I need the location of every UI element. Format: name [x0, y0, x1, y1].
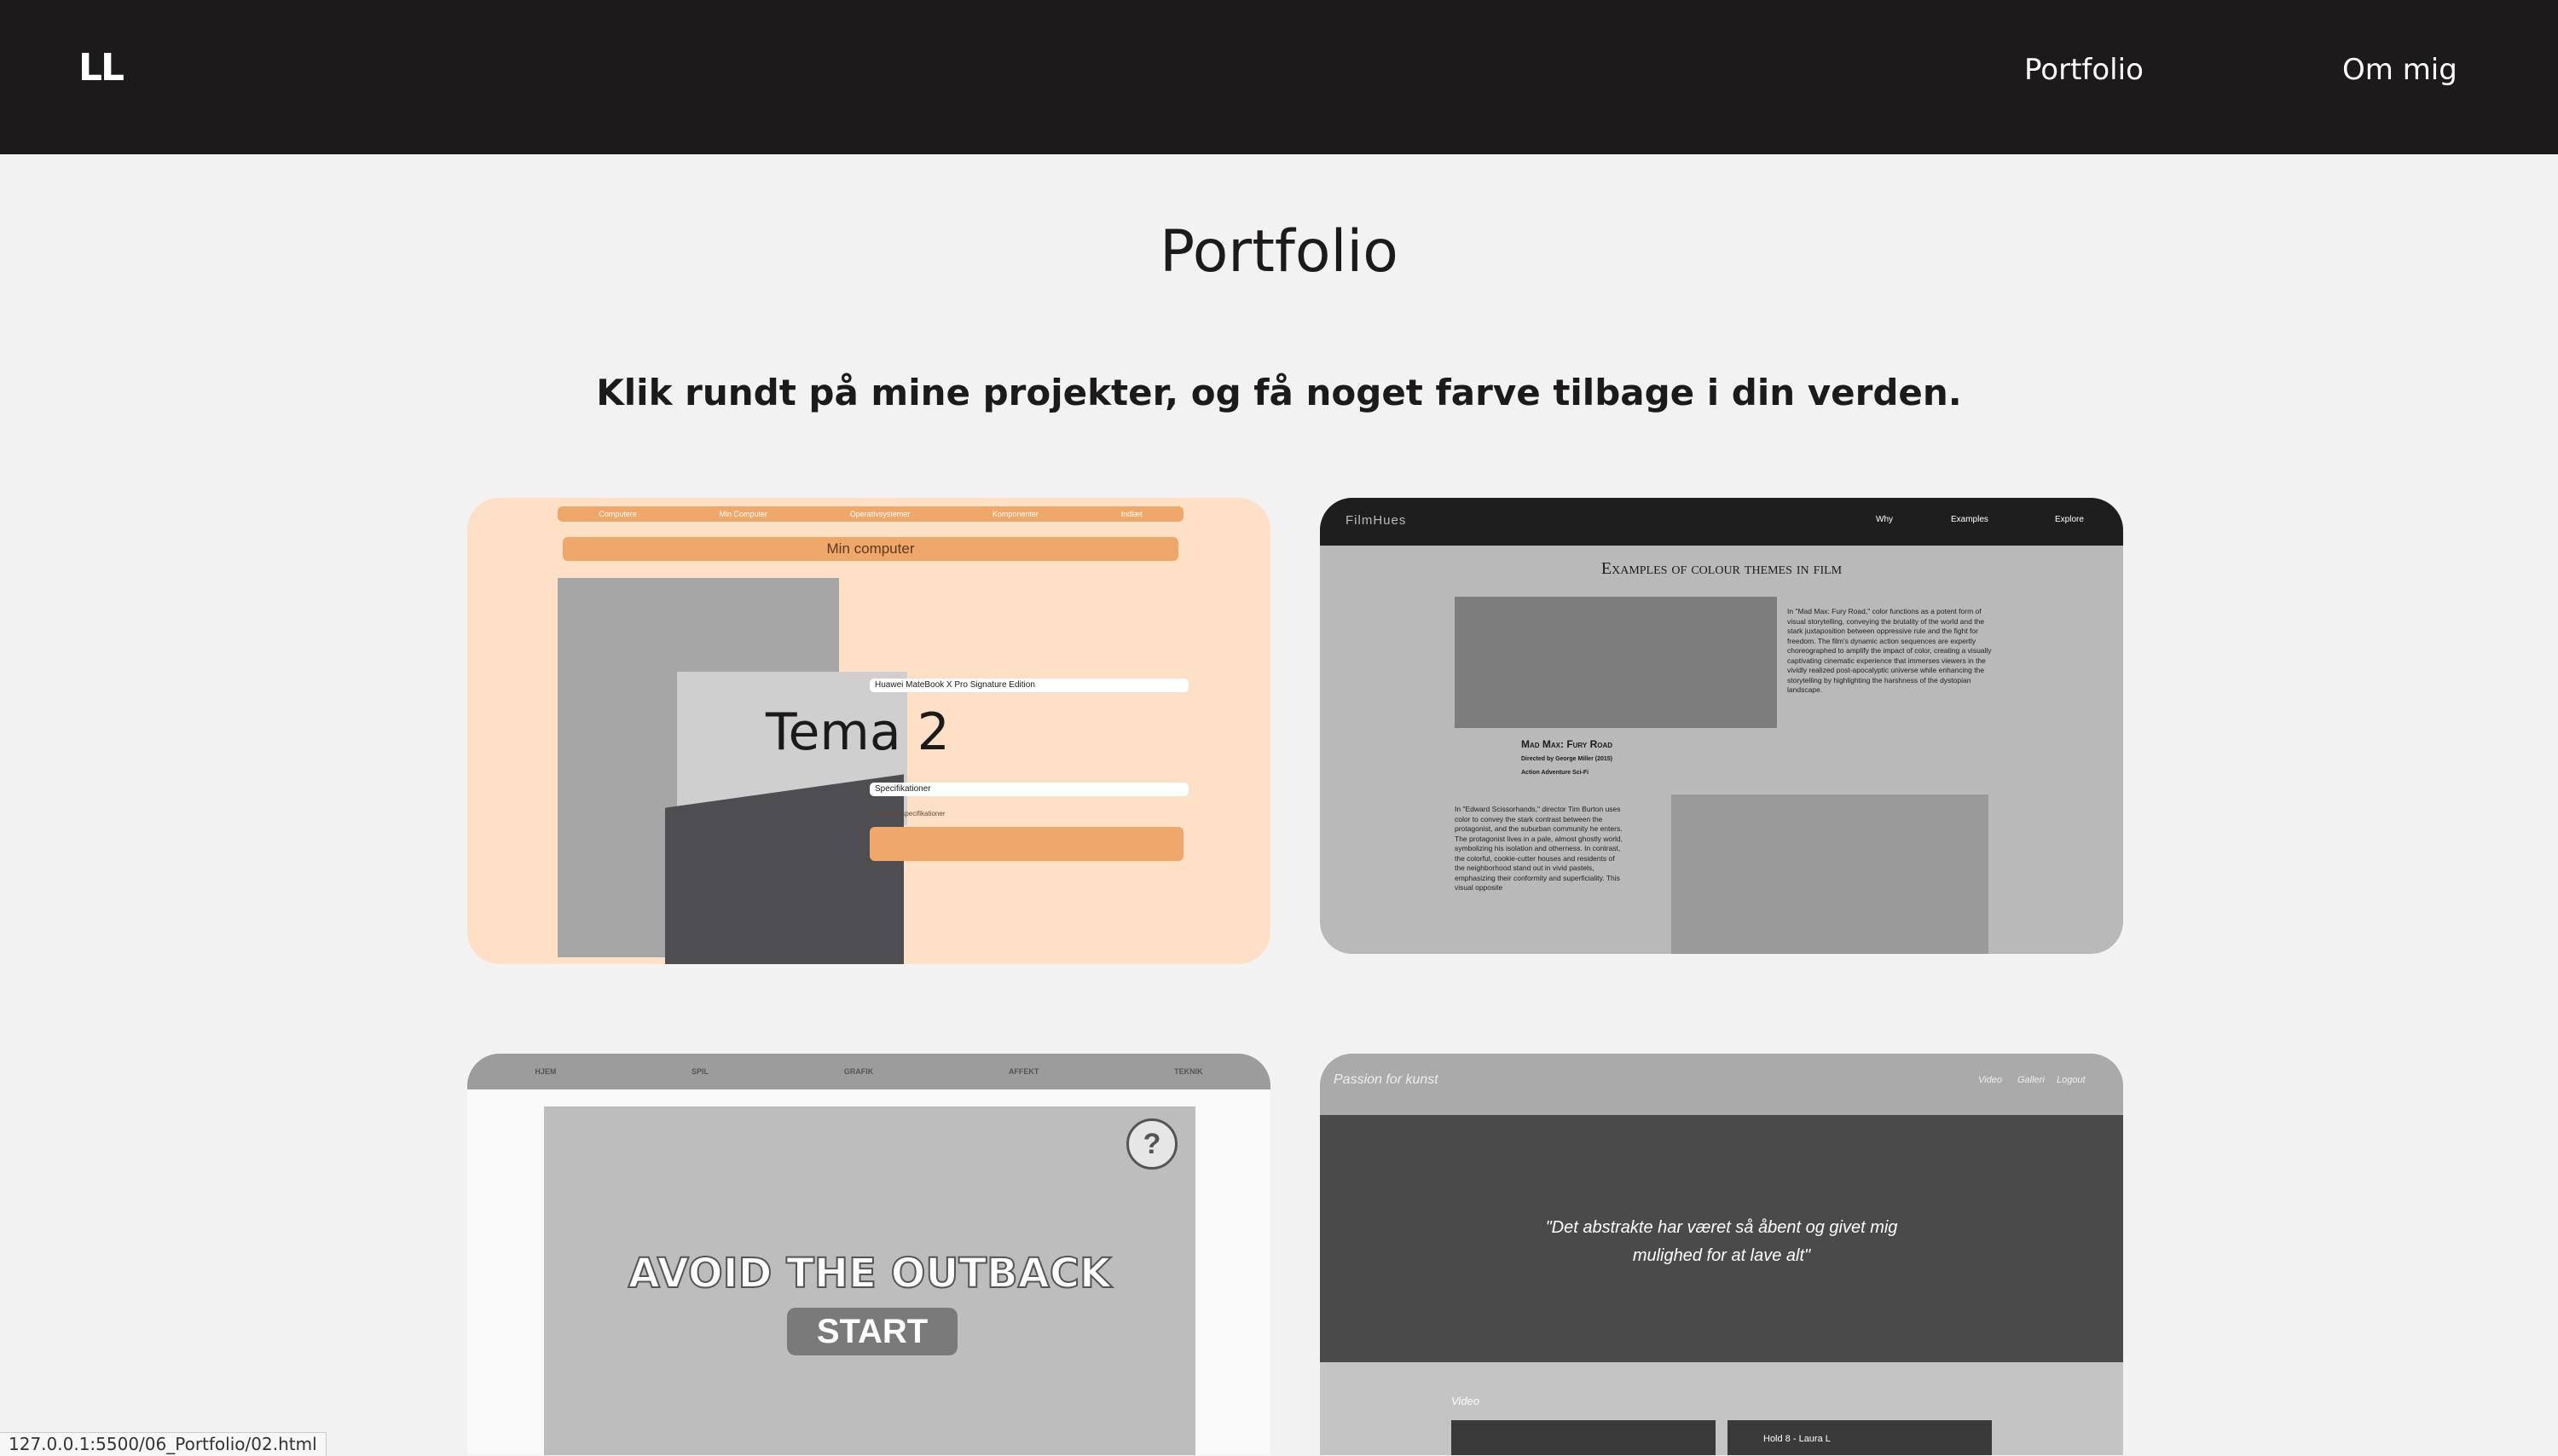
section-label: Video	[1451, 1395, 1480, 1407]
preview-spec-list	[870, 827, 1184, 861]
film-genre: Action Adventure Sci-Fi	[1521, 770, 1589, 776]
preview-nav-item: Why	[1876, 515, 1893, 524]
nav-link-portfolio[interactable]: Portfolio	[2024, 53, 2144, 87]
preview-nav-item: GRAFIK	[843, 1067, 874, 1076]
page-title: Portfolio	[1160, 218, 1398, 286]
film-director: Directed by George Miller (2015)	[1521, 756, 1612, 762]
preview-heading: Examples of colour themes in film	[1600, 559, 1843, 578]
hero-quote-line: "Det abstrakte har været så åbent og giv…	[1545, 1218, 1898, 1237]
preview-nav: Computere Min Computer Operativsystemer …	[558, 506, 1184, 522]
preview-nav-item: Galleri	[2017, 1075, 2045, 1085]
project-card-filmhues[interactable]: FilmHues Why Examples Explore Examples o…	[1320, 498, 2123, 954]
project-card-avoid-the-outback[interactable]: HJEM SPIL GRAFIK AFFEKT TEKNIK AVOID THE…	[467, 1054, 1270, 1455]
preview-nav-item: TEKNIK	[1174, 1067, 1203, 1076]
preview-nav-item: Logout	[2057, 1075, 2086, 1085]
preview-heading: Huawei MateBook X Pro Signature Edition	[870, 679, 1189, 692]
nav-link-om-mig[interactable]: Om mig	[2342, 53, 2457, 87]
help-icon: ?	[1126, 1118, 1178, 1170]
preview-brand: FilmHues	[1346, 513, 1407, 528]
preview-brand: Passion for kunst	[1334, 1072, 1438, 1087]
video-thumbnail	[1451, 1420, 1716, 1455]
preview-nav-item: Min Computer	[719, 510, 768, 518]
preview-nav	[1320, 1054, 2123, 1115]
preview-spec-label: Computer specifikationer	[870, 810, 946, 818]
film-still-image	[1455, 597, 1777, 728]
preview-title-bar: Min computer	[563, 537, 1178, 561]
top-navigation: LL Portfolio Om mig	[0, 0, 2558, 154]
preview-nav-item: Examples	[1951, 515, 1988, 524]
laptop-photo	[558, 578, 907, 964]
project-card-passion-for-kunst[interactable]: Passion for kunst Video Galleri Logout "…	[1320, 1054, 2123, 1455]
preview-paragraph: In "Edward Scissorhands," director Tim B…	[1455, 805, 1623, 892]
page-tagline: Klik rundt på mine projekter, og få noge…	[596, 372, 1962, 413]
preview-nav	[1320, 498, 2123, 546]
logo[interactable]: LL	[78, 46, 124, 90]
preview-nav-item: AFFEKT	[1008, 1067, 1039, 1076]
preview-nav-item: Computere	[599, 510, 637, 518]
preview-nav-item: Explore	[2055, 515, 2084, 524]
film-still-image	[1671, 794, 1988, 954]
game-start-button: START	[787, 1308, 958, 1355]
card-overlay-label: Tema 2	[766, 702, 950, 762]
link-status-bar: 127.0.0.1:5500/06_Portfolio/02.html	[0, 1432, 327, 1456]
preview-nav-item: HJEM	[535, 1067, 557, 1076]
preview-nav-item: Video	[1978, 1075, 2002, 1085]
hero-quote-line: mulighed for at lave alt"	[1632, 1246, 1811, 1265]
preview-nav-item: Operativsystemer	[849, 510, 911, 518]
project-card-tema-2[interactable]: Computere Min Computer Operativsystemer …	[467, 498, 1270, 964]
preview-paragraph: In "Mad Max: Fury Road," color functions…	[1787, 607, 1992, 694]
video-thumbnail-title: Hold 8 - Laura L	[1763, 1434, 1831, 1444]
preview-nav-item: Komponenter	[992, 510, 1039, 518]
film-title: Mad Max: Fury Road	[1521, 738, 1613, 750]
preview-nav-item: SPIL	[692, 1067, 709, 1076]
game-title: AVOID THE OUTBACK	[628, 1249, 1113, 1298]
laptop-shape	[665, 774, 904, 964]
preview-nav: HJEM SPIL GRAFIK AFFEKT TEKNIK	[467, 1054, 1270, 1089]
hero-quote: "Det abstrakte har været så åbent og giv…	[1320, 1214, 2123, 1270]
preview-nav-item: Indlæt	[1120, 510, 1143, 518]
preview-subheading: Specifikationer	[870, 783, 1189, 796]
